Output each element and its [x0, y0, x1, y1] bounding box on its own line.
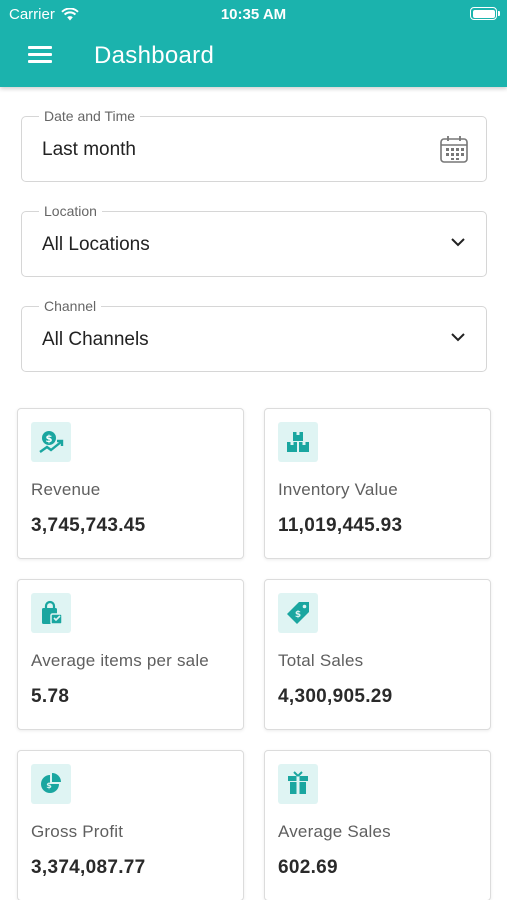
location-select[interactable]: Location All Locations: [21, 203, 487, 277]
channel-value: All Channels: [42, 329, 149, 350]
location-value: All Locations: [42, 234, 150, 255]
card-value: 5.78: [31, 686, 70, 707]
location-label: Location: [39, 203, 102, 219]
battery-icon: [470, 7, 500, 20]
revenue-icon: $: [31, 422, 71, 462]
card-value: 3,745,743.45: [31, 515, 146, 536]
app-bar: Dashboard: [0, 30, 507, 87]
inventory-boxes-icon: [278, 422, 318, 462]
revenue-card[interactable]: $ Revenue 3,745,743.45: [17, 408, 244, 559]
hamburger-menu-icon[interactable]: [28, 46, 52, 66]
svg-text:$: $: [46, 434, 53, 445]
card-label: Inventory Value: [278, 480, 398, 499]
inventory-value-card[interactable]: Inventory Value 11,019,445.93: [264, 408, 491, 559]
shopping-bag-icon: [31, 593, 71, 633]
svg-text:$: $: [295, 610, 301, 620]
svg-text:$: $: [46, 781, 52, 790]
date-time-value: Last month: [42, 139, 136, 160]
date-time-label: Date and Time: [39, 108, 141, 124]
gross-profit-card[interactable]: $ Gross Profit 3,374,087.77: [17, 750, 244, 900]
chevron-down-icon[interactable]: [447, 326, 469, 353]
card-label: Gross Profit: [31, 822, 124, 841]
average-items-card[interactable]: Average items per sale 5.78: [17, 579, 244, 730]
card-value: 602.69: [278, 857, 338, 878]
calendar-icon[interactable]: [439, 134, 469, 169]
price-tag-icon: $: [278, 593, 318, 633]
top-bar: Carrier 10:35 AM Dashboard: [0, 0, 507, 87]
card-label: Revenue: [31, 480, 101, 499]
card-value: 3,374,087.77: [31, 857, 146, 878]
channel-select[interactable]: Channel All Channels: [21, 298, 487, 372]
card-label: Average Sales: [278, 822, 391, 841]
status-time: 10:35 AM: [220, 6, 287, 23]
status-bar: Carrier 10:35 AM: [0, 0, 507, 30]
card-label: Average items per sale: [31, 651, 209, 670]
card-label: Total Sales: [278, 651, 364, 670]
average-sales-card[interactable]: Average Sales 602.69: [264, 750, 491, 900]
card-value: 11,019,445.93: [278, 515, 403, 536]
card-value: 4,300,905.29: [278, 686, 393, 707]
pie-chart-icon: $: [31, 764, 71, 804]
page-title: Dashboard: [94, 42, 215, 69]
date-time-field[interactable]: Date and Time Last month: [21, 108, 487, 182]
gift-box-icon: [278, 764, 318, 804]
total-sales-card[interactable]: $ Total Sales 4,300,905.29: [264, 579, 491, 730]
chevron-down-icon[interactable]: [447, 231, 469, 258]
channel-label: Channel: [39, 298, 102, 314]
